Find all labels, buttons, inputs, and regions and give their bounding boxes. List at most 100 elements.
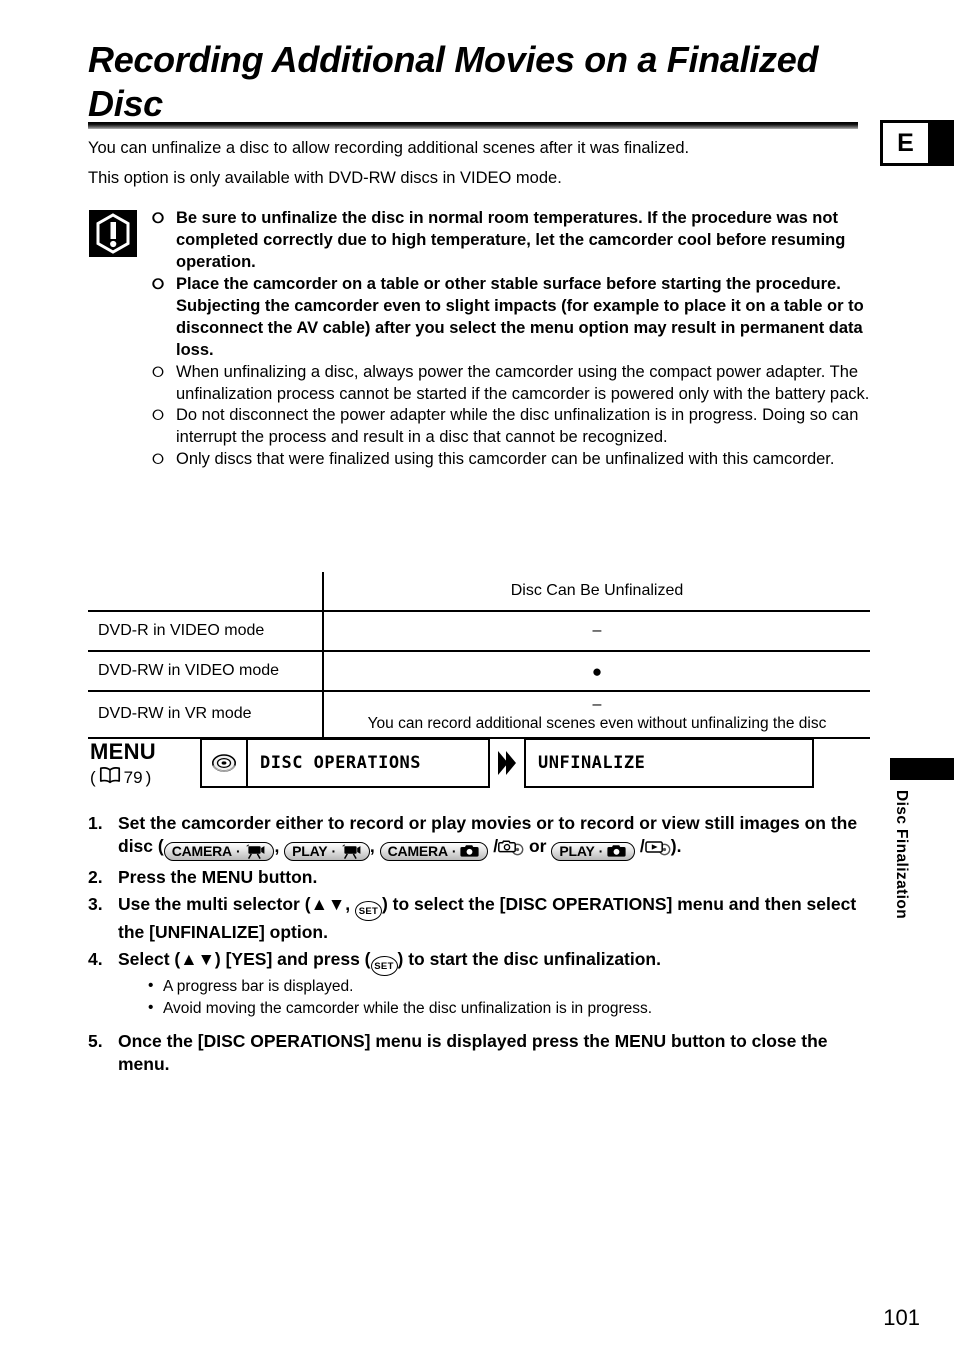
step-1: 1. Set the camcorder either to record or… bbox=[88, 812, 868, 862]
open-circle-bullet-icon: ⭘ bbox=[152, 210, 165, 227]
table-row-note: You can record additional scenes even wi… bbox=[367, 714, 827, 732]
badge-label: CAMERA bbox=[387, 843, 448, 860]
badge-play-movie: PLAY · bbox=[284, 841, 370, 862]
open-circle-bullet-icon: ⭘ bbox=[152, 275, 165, 293]
still-camera-icon bbox=[460, 844, 479, 859]
still-camera-icon bbox=[607, 844, 626, 859]
step-text: ) to start the disc unfinalization. bbox=[397, 949, 661, 970]
step-4-note: • A progress bar is displayed. bbox=[118, 976, 868, 998]
menu-label-block: MENU ( 79 ) bbox=[90, 739, 156, 789]
step-text: or bbox=[524, 836, 552, 857]
menu-navigation-chain: DISC OPERATIONS UNFINALIZE bbox=[200, 738, 814, 788]
intro-line-1: You can unfinalize a disc to allow recor… bbox=[88, 139, 690, 157]
chapter-marker-bar bbox=[890, 758, 954, 780]
table-row-label: DVD-RW in VIDEO mode bbox=[88, 651, 323, 692]
table-row-value: ● bbox=[322, 651, 870, 692]
menu-box-disc-operations[interactable]: DISC OPERATIONS bbox=[200, 738, 490, 788]
paren-close: ) bbox=[145, 767, 152, 787]
step-text: / bbox=[635, 836, 645, 857]
badge-label: PLAY bbox=[559, 843, 595, 860]
badge-separator: · bbox=[451, 843, 457, 860]
up-down-arrows-icon: ▲▼ bbox=[310, 894, 346, 915]
menu-box-label: DISC OPERATIONS bbox=[260, 753, 422, 773]
note-text: Avoid moving the camcorder while the dis… bbox=[163, 1000, 653, 1018]
step-text: Select ( bbox=[118, 949, 181, 970]
step-number: 4. bbox=[88, 949, 103, 970]
badge-label: CAMERA bbox=[171, 843, 232, 860]
table-row-value: – bbox=[322, 611, 870, 652]
menu-page-reference: ( 79 ) bbox=[90, 766, 156, 789]
title-divider bbox=[88, 122, 858, 129]
warning-item-text: Do not disconnect the power adapter whil… bbox=[176, 406, 859, 447]
step-text: ). bbox=[670, 836, 682, 857]
table-row-label: DVD-RW in VR mode bbox=[88, 691, 323, 739]
warning-item-text: Be sure to unfinalize the disc in normal… bbox=[176, 209, 846, 271]
page-number: 101 bbox=[883, 1305, 920, 1330]
up-down-arrows-icon: ▲▼ bbox=[180, 949, 215, 970]
document-page: Recording Additional Movies on a Finaliz… bbox=[0, 0, 954, 1357]
step-3: 3. Use the multi selector (▲▼, SET) to s… bbox=[88, 893, 868, 944]
double-chevron-right-icon bbox=[497, 748, 517, 778]
warning-item-text: Only discs that were finalized using thi… bbox=[176, 450, 835, 469]
badge-camera-movie: CAMERA · bbox=[163, 841, 275, 862]
warning-item: ⭘ Only discs that were finalized using t… bbox=[152, 449, 874, 471]
step-text: Once the [DISC OPERATIONS] menu is displ… bbox=[118, 1031, 828, 1075]
step-number: 3. bbox=[88, 894, 103, 915]
step-text: Press the MENU button. bbox=[118, 867, 318, 888]
edition-tab-block bbox=[931, 120, 954, 166]
camera-card-icon bbox=[498, 839, 524, 862]
warning-item-text: When unfinalizing a disc, always power t… bbox=[176, 362, 870, 403]
table-corner-cell bbox=[88, 572, 323, 612]
movie-camera-icon bbox=[244, 843, 265, 860]
table-row: DVD-RW in VR mode – You can record addit… bbox=[88, 691, 870, 739]
table-row: DVD-RW in VIDEO mode ● bbox=[88, 651, 870, 692]
bullet-icon: • bbox=[148, 977, 154, 995]
bullet-icon: • bbox=[148, 999, 154, 1017]
open-circle-bullet-icon: ⭘ bbox=[152, 363, 165, 381]
table-header-unfinalized: Disc Can Be Unfinalized bbox=[322, 572, 870, 612]
warning-item: ⭘ Do not disconnect the power adapter wh… bbox=[152, 405, 874, 449]
step-text: , bbox=[274, 836, 285, 857]
warning-item: ⭘ Place the camcorder on a table or othe… bbox=[152, 274, 874, 362]
menu-page-number: 79 bbox=[123, 767, 143, 787]
movie-camera-icon bbox=[340, 843, 361, 860]
set-button-icon[interactable]: SET bbox=[354, 901, 382, 922]
step-text: , bbox=[369, 836, 380, 857]
table-header-row: Disc Can Be Unfinalized bbox=[88, 572, 870, 612]
chapter-marker-label: Disc Finalization bbox=[893, 790, 910, 920]
step-4: 4. Select (▲▼) [YES] and press (SET) to … bbox=[88, 948, 868, 1020]
open-circle-bullet-icon: ⭘ bbox=[152, 451, 165, 469]
disc-capability-table: Disc Can Be Unfinalized DVD-R in VIDEO m… bbox=[88, 572, 870, 739]
open-circle-bullet-icon: ⭘ bbox=[152, 407, 165, 425]
step-5: 5. Once the [DISC OPERATIONS] menu is di… bbox=[88, 1030, 868, 1076]
table-row-value: – bbox=[592, 696, 602, 713]
table-row-label: DVD-R in VIDEO mode bbox=[88, 611, 323, 652]
step-text: / bbox=[488, 836, 499, 857]
table-row: DVD-R in VIDEO mode – bbox=[88, 611, 870, 652]
step-number: 2. bbox=[88, 867, 103, 888]
warning-item: ⭘ Be sure to unfinalize the disc in norm… bbox=[152, 208, 874, 274]
warning-item: ⭘ When unfinalizing a disc, always power… bbox=[152, 362, 874, 406]
edition-tab: E bbox=[880, 120, 954, 166]
menu-label: MENU bbox=[90, 739, 156, 764]
step-text: ) [YES] and press ( bbox=[214, 949, 371, 970]
paren-open: ( bbox=[90, 767, 96, 787]
exclamation-warning-icon bbox=[89, 210, 137, 257]
step-number: 1. bbox=[88, 813, 103, 833]
note-text: A progress bar is displayed. bbox=[163, 978, 354, 996]
badge-separator: · bbox=[331, 843, 336, 860]
badge-separator: · bbox=[598, 843, 604, 860]
badge-play-still: PLAY · bbox=[551, 842, 636, 861]
set-button-icon[interactable]: SET bbox=[370, 956, 398, 977]
procedure-steps: 1. Set the camcorder either to record or… bbox=[88, 812, 868, 1081]
step-text: Use the multi selector ( bbox=[118, 894, 311, 915]
step-number: 5. bbox=[88, 1031, 103, 1052]
step-2: 2. Press the MENU button. bbox=[88, 866, 868, 889]
intro-line-2: This option is only available with DVD-R… bbox=[88, 169, 562, 187]
warning-list: ⭘ Be sure to unfinalize the disc in norm… bbox=[152, 208, 874, 471]
menu-box-unfinalize[interactable]: UNFINALIZE bbox=[524, 738, 814, 788]
badge-separator: · bbox=[235, 843, 241, 860]
table-row-value-group: – You can record additional scenes even … bbox=[322, 691, 870, 739]
step-text: , bbox=[345, 894, 355, 915]
edition-tab-letter: E bbox=[880, 120, 931, 166]
